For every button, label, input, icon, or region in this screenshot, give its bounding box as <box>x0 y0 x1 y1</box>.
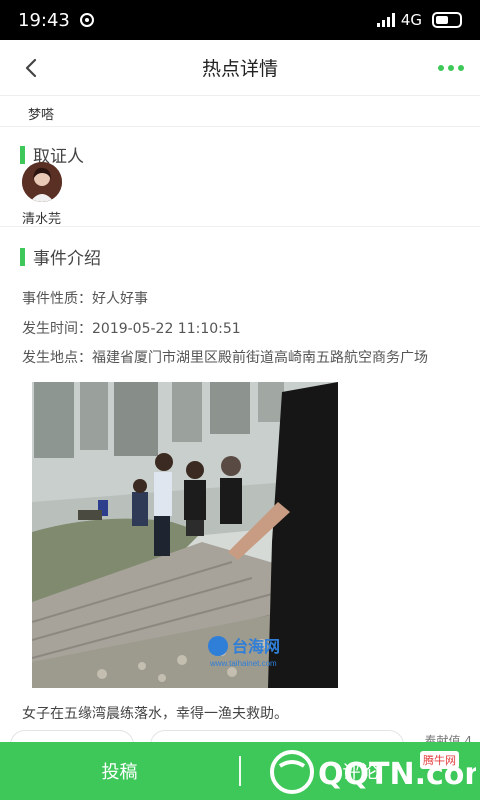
more-dot-icon <box>458 65 464 71</box>
event-nature-row: 事件性质：好人好事 <box>22 288 148 308</box>
section-accent-bar <box>20 247 25 266</box>
event-location-label: 发生地点： <box>22 350 92 366</box>
status-indicators: 4G <box>376 11 462 29</box>
event-section-title: 事件介绍 <box>33 249 101 269</box>
witness-avatar[interactable] <box>22 162 62 202</box>
page-title: 热点详情 <box>201 58 278 80</box>
witness-section-header: 取证人 <box>20 142 84 167</box>
site-watermark-label: 腾牛网 <box>420 751 459 769</box>
event-section-header: 事件介绍 <box>20 244 101 269</box>
event-location-value: 福建省厦门市湖里区殿前街道高崎南五路航空商务广场 <box>92 350 428 366</box>
signal-icon <box>376 13 395 27</box>
event-location-row: 发生地点：福建省厦门市湖里区殿前街道高崎南五路航空商务广场 <box>22 347 428 367</box>
submit-button[interactable]: 投稿 <box>0 742 239 800</box>
event-nature-label: 事件性质： <box>22 291 92 307</box>
bottom-divider <box>239 756 241 786</box>
event-caption: 女子在五缘湾晨练落水，幸得一渔夫救助。 <box>22 706 288 722</box>
section-accent-bar <box>20 145 25 164</box>
chevron-left-icon <box>25 58 37 78</box>
more-dot-icon <box>448 65 454 71</box>
sync-icon <box>79 13 94 27</box>
battery-icon <box>432 12 462 28</box>
more-dot-icon <box>438 65 444 71</box>
event-time-row: 发生时间：2019-05-22 11:10:51 <box>22 318 241 338</box>
divider <box>0 226 480 227</box>
submit-label: 投稿 <box>101 762 138 783</box>
previous-item-name: 梦嗒 <box>28 108 55 123</box>
event-photo[interactable]: 台海网 www.taihainet.com <box>32 382 338 688</box>
network-type: 4G <box>400 11 422 29</box>
witness-name: 清水芫 <box>22 212 62 227</box>
more-options-button[interactable] <box>434 54 468 82</box>
divider <box>0 126 480 127</box>
event-time-value: 2019-05-22 11:10:51 <box>92 321 241 337</box>
app-header: 热点详情 <box>0 40 480 96</box>
detail-content[interactable]: 梦嗒 取证人 清水芫 事件介绍 事件性质：好人好事 发生时间：2019-05-2… <box>0 96 480 800</box>
event-time-label: 发生时间： <box>22 321 92 337</box>
photo-watermark: 台海网 <box>232 637 280 656</box>
back-button[interactable] <box>14 50 50 86</box>
photo-watermark-url: www.taihainet.com <box>209 659 277 668</box>
event-nature-value: 好人好事 <box>92 291 148 307</box>
status-bar: 19:43 4G <box>0 0 480 40</box>
status-time: 19:43 <box>18 9 70 31</box>
